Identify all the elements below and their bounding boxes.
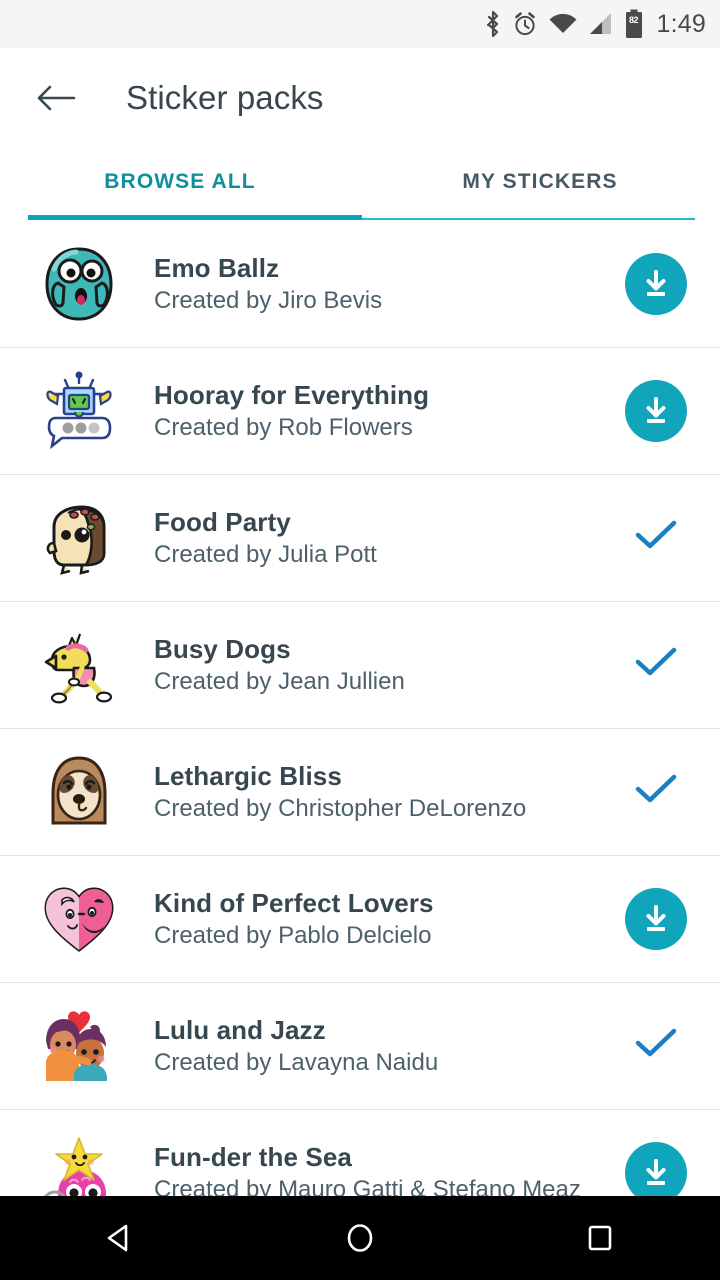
pack-author: Created by Jean Jullien xyxy=(154,668,620,696)
installed-check-button[interactable] xyxy=(620,756,692,828)
page-title: Sticker packs xyxy=(126,79,324,117)
app-bar: Sticker packs xyxy=(0,48,720,148)
check-icon xyxy=(634,518,678,557)
pack-author: Created by Rob Flowers xyxy=(154,414,620,442)
download-button[interactable] xyxy=(620,375,692,447)
installed-check-button[interactable] xyxy=(620,629,692,701)
pack-title: Food Party xyxy=(154,507,620,538)
list-item[interactable]: Food Party Created by Julia Pott xyxy=(0,474,720,601)
list-item-text: Emo Ballz Created by Jiro Bevis xyxy=(154,253,620,315)
download-button[interactable] xyxy=(620,1137,692,1197)
check-icon xyxy=(634,1026,678,1065)
list-item[interactable]: Lethargic Bliss Created by Christopher D… xyxy=(0,728,720,855)
tab-bar: BROWSE ALL MY STICKERS xyxy=(0,148,720,220)
nav-back-icon[interactable] xyxy=(60,1196,180,1280)
battery-icon: 82 xyxy=(624,9,644,39)
screen-content: 82 1:49 Sticker packs BROWSE ALL MY STIC… xyxy=(0,0,720,1196)
list-item[interactable]: Fun-der the Sea Created by Mauro Gatti &… xyxy=(0,1109,720,1196)
pack-title: Fun-der the Sea xyxy=(154,1142,620,1173)
pack-title: Lethargic Bliss xyxy=(154,761,620,792)
list-item-text: Lulu and Jazz Created by Lavayna Naidu xyxy=(154,1015,620,1077)
emo-ballz-blob-thumbnail xyxy=(36,241,122,327)
download-icon xyxy=(625,888,687,950)
nav-recents-icon[interactable] xyxy=(540,1196,660,1280)
status-bar: 82 1:49 xyxy=(0,0,720,48)
pack-author: Created by Julia Pott xyxy=(154,541,620,569)
nav-home-icon[interactable] xyxy=(300,1196,420,1280)
funder-the-sea-star-octopus-thumbnail xyxy=(36,1130,122,1197)
list-item[interactable]: Busy Dogs Created by Jean Jullien xyxy=(0,601,720,728)
installed-check-button[interactable] xyxy=(620,1010,692,1082)
list-item-text: Lethargic Bliss Created by Christopher D… xyxy=(154,761,620,823)
pack-title: Lulu and Jazz xyxy=(154,1015,620,1046)
pack-title: Busy Dogs xyxy=(154,634,620,665)
battery-level-label: 82 xyxy=(624,15,644,25)
list-item[interactable]: Hooray for Everything Created by Rob Flo… xyxy=(0,347,720,474)
list-item[interactable]: Lulu and Jazz Created by Lavayna Naidu xyxy=(0,982,720,1109)
download-icon xyxy=(625,380,687,442)
lethargic-bliss-sloth-thumbnail xyxy=(36,749,122,835)
check-icon xyxy=(634,772,678,811)
list-item-text: Busy Dogs Created by Jean Jullien xyxy=(154,634,620,696)
download-icon xyxy=(625,253,687,315)
pack-author: Created by Jiro Bevis xyxy=(154,287,620,315)
pack-title: Kind of Perfect Lovers xyxy=(154,888,620,919)
list-item-text: Fun-der the Sea Created by Mauro Gatti &… xyxy=(154,1142,620,1197)
list-item-text: Kind of Perfect Lovers Created by Pablo … xyxy=(154,888,620,950)
check-icon xyxy=(634,645,678,684)
lulu-and-jazz-couple-thumbnail xyxy=(36,1003,122,1089)
status-clock: 1:49 xyxy=(657,10,706,39)
wifi-icon xyxy=(548,12,578,36)
back-arrow-icon[interactable] xyxy=(30,72,82,124)
alarm-icon xyxy=(512,11,538,37)
installed-check-button[interactable] xyxy=(620,502,692,574)
download-button[interactable] xyxy=(620,883,692,955)
bluetooth-icon xyxy=(484,10,502,38)
pack-title: Emo Ballz xyxy=(154,253,620,284)
list-item[interactable]: Emo Ballz Created by Jiro Bevis xyxy=(0,220,720,347)
pack-author: Created by Lavayna Naidu xyxy=(154,1049,620,1077)
pack-author: Created by Pablo Delcielo xyxy=(154,922,620,950)
list-item-text: Hooray for Everything Created by Rob Flo… xyxy=(154,380,620,442)
tab-my-stickers[interactable]: MY STICKERS xyxy=(360,148,720,220)
cell-signal-icon xyxy=(588,12,614,36)
list-item[interactable]: Kind of Perfect Lovers Created by Pablo … xyxy=(0,855,720,982)
pack-title: Hooray for Everything xyxy=(154,380,620,411)
busy-dogs-running-dog-thumbnail xyxy=(36,622,122,708)
sticker-pack-list: Emo Ballz Created by Jiro Bevis xyxy=(0,220,720,1196)
list-item-text: Food Party Created by Julia Pott xyxy=(154,507,620,569)
tab-browse-all[interactable]: BROWSE ALL xyxy=(0,148,360,220)
download-button[interactable] xyxy=(620,248,692,320)
download-icon xyxy=(625,1142,687,1197)
food-party-sandwich-creature-thumbnail xyxy=(36,495,122,581)
perfect-lovers-heart-thumbnail xyxy=(36,876,122,962)
android-navigation-bar xyxy=(0,1196,720,1280)
pack-author: Created by Christopher DeLorenzo xyxy=(154,795,620,823)
pack-author: Created by Mauro Gatti & Stefano Meaz xyxy=(154,1176,620,1197)
hooray-robot-thumbnail xyxy=(36,368,122,454)
